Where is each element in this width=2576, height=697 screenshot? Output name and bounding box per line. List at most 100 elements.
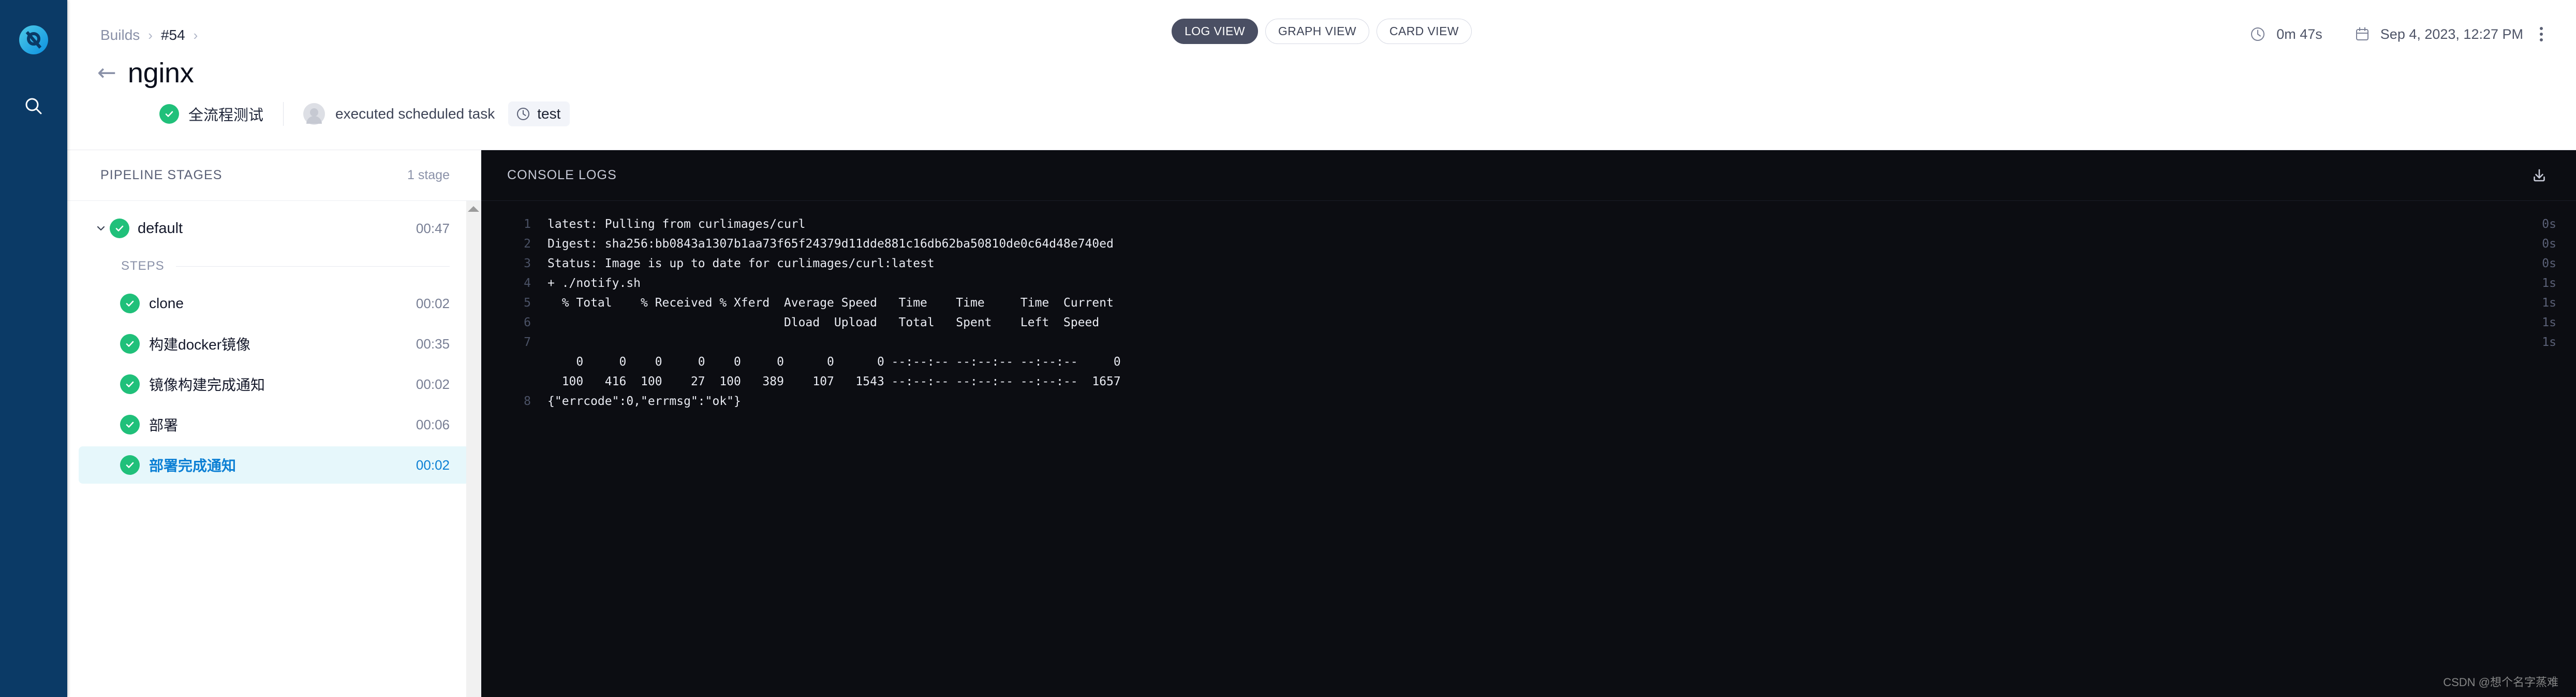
harness-logo-icon[interactable] [17, 23, 51, 57]
log-line-text: latest: Pulling from curlimages/curl [547, 217, 806, 231]
status-badge-label: test [537, 106, 561, 122]
pipeline-stages-title: PIPELINE STAGES [100, 168, 223, 182]
chevron-down-icon[interactable] [92, 222, 110, 235]
step-row-build-docker-image[interactable]: 构建docker镜像 00:35 [79, 325, 469, 362]
step-name: clone [149, 295, 184, 311]
log-line-text: % Total % Received % Xferd Average Speed… [547, 296, 1114, 310]
tab-card-view[interactable]: CARD VIEW [1376, 19, 1472, 44]
pipeline-name: 全流程测试 [188, 107, 264, 124]
header-right-meta: 0m 47s Sep 4, 2023, 12:27 PM [2249, 22, 2549, 47]
build-detail-page: Builds › #54 › ← nginx 全流程测试 executed sc… [0, 0, 2576, 697]
log-line: 5 % Total % Received % Xferd Average Spe… [481, 293, 2576, 313]
breadcrumb-build-number[interactable]: #54 [161, 27, 185, 43]
pipeline-stage-count: 1 stage [407, 168, 450, 182]
search-icon-svg [25, 98, 42, 114]
step-name: 部署 [149, 417, 179, 433]
log-line-text: + ./notify.sh [547, 277, 641, 290]
check-circle-icon [120, 334, 140, 354]
console-log-lines[interactable]: 1 latest: Pulling from curlimages/curl 0… [481, 201, 2576, 697]
chevron-down-glyph [97, 226, 105, 231]
check-circle-icon [159, 104, 179, 124]
breadcrumb: Builds › #54 › [100, 27, 198, 43]
title-row: ← nginx [97, 57, 194, 89]
stages-scrollbar[interactable] [466, 201, 481, 697]
log-line: 3 Status: Image is up to date for curlim… [481, 254, 2576, 273]
log-line-timestamp: 1s [2542, 296, 2556, 310]
avatar-icon [303, 103, 325, 125]
download-glyph [2534, 169, 2545, 181]
log-line-number: 8 [524, 395, 531, 408]
breadcrumb-separator-icon-2: › [193, 27, 198, 43]
log-line-timestamp: 1s [2542, 336, 2556, 349]
check-circle-icon [120, 294, 140, 313]
check-circle-icon [120, 455, 140, 475]
tab-graph-view[interactable]: GRAPH VIEW [1265, 19, 1369, 44]
tab-log-view[interactable]: LOG VIEW [1172, 19, 1259, 44]
log-line-text: Status: Image is up to date for curlimag… [547, 257, 935, 270]
log-line-text: 100 416 100 27 100 389 107 1543 --:--:--… [547, 375, 1121, 388]
step-row-deploy[interactable]: 部署 00:06 [79, 406, 469, 443]
step-name: 镜像构建完成通知 [149, 377, 265, 393]
breadcrumb-separator-icon: › [148, 27, 153, 43]
avatar [303, 103, 325, 125]
step-row-clone[interactable]: clone 00:02 [79, 285, 469, 322]
step-row-image-build-notify[interactable]: 镜像构建完成通知 00:02 [79, 366, 469, 403]
step-duration: 00:02 [416, 376, 450, 392]
log-line-timestamp: 1s [2542, 316, 2556, 329]
log-line-number: 2 [524, 237, 531, 251]
stage-name: default [138, 220, 183, 237]
build-date: Sep 4, 2023, 12:27 PM [2380, 26, 2523, 42]
search-icon[interactable] [20, 92, 48, 120]
kebab-menu-icon[interactable] [2534, 22, 2549, 47]
console-logs-header: CONSOLE LOGS [481, 150, 2576, 201]
log-line-text: Dload Upload Total Spent Left Speed [547, 316, 1100, 329]
clock-icon [2251, 27, 2265, 41]
breadcrumb-builds-link[interactable]: Builds [100, 27, 140, 43]
step-duration: 00:35 [416, 336, 450, 352]
console-logs-title: CONSOLE LOGS [507, 168, 617, 182]
log-line-number: 1 [524, 217, 531, 231]
log-line: 2 Digest: sha256:bb0843a1307b1aa73f65f24… [481, 234, 2576, 254]
main-split: PIPELINE STAGES 1 stage default 00:47 ST… [67, 150, 2576, 697]
page-body: Builds › #54 › ← nginx 全流程测试 executed sc… [67, 0, 2576, 697]
check-circle-icon [120, 374, 140, 394]
pipeline-stages-header: PIPELINE STAGES 1 stage [67, 150, 481, 201]
page-title: nginx [127, 57, 194, 89]
step-name: 构建docker镜像 [149, 337, 251, 353]
log-line-text: 0 0 0 0 0 0 0 0 --:--:-- --:--:-- --:--:… [547, 355, 1121, 369]
log-line-text: Digest: sha256:bb0843a1307b1aa73f65f2437… [547, 237, 1114, 251]
console-logs-panel: CONSOLE LOGS 1 latest: Pulling from curl… [481, 150, 2576, 697]
steps-label: STEPS [121, 259, 165, 273]
log-line: 4 + ./notify.sh 1s [481, 273, 2576, 293]
log-line-timestamp: 0s [2542, 217, 2556, 231]
log-line-number: 5 [524, 296, 531, 310]
log-line: 100 416 100 27 100 389 107 1543 --:--:--… [481, 372, 2576, 391]
log-line-number: 3 [524, 257, 531, 270]
log-line-timestamp: 1s [2542, 277, 2556, 290]
stage-row-default[interactable]: default 00:47 [67, 209, 481, 248]
stage-duration: 00:47 [416, 220, 450, 236]
build-meta-row: 全流程测试 executed scheduled task test [159, 101, 570, 126]
log-line-number: 4 [524, 277, 531, 290]
log-line: 8 {"errcode":0,"errmsg":"ok"} [481, 391, 2576, 411]
back-arrow-icon[interactable]: ← [97, 62, 116, 84]
status-badge[interactable]: test [508, 101, 570, 126]
log-line: 7 1s [481, 332, 2576, 352]
log-line-timestamp: 0s [2542, 237, 2556, 251]
watermark: CSDN @想个名字蒸难 [2443, 676, 2558, 689]
step-duration: 00:02 [416, 295, 450, 311]
check-glyph [165, 111, 173, 117]
actor-label: executed scheduled task [335, 106, 495, 122]
step-name: 部署完成通知 [149, 458, 236, 474]
harness-logo-svg [19, 25, 48, 54]
step-row-deploy-notify[interactable]: 部署完成通知 00:02 [79, 446, 469, 484]
page-header: Builds › #54 › ← nginx 全流程测试 executed sc… [67, 0, 2576, 150]
pipeline-stages-panel: PIPELINE STAGES 1 stage default 00:47 ST… [67, 150, 481, 697]
download-icon[interactable] [2529, 166, 2549, 185]
log-line-text: {"errcode":0,"errmsg":"ok"} [547, 395, 741, 408]
clock-icon [517, 108, 530, 120]
scroll-up-arrow-icon[interactable] [468, 206, 479, 212]
log-line: 1 latest: Pulling from curlimages/curl 0… [481, 214, 2576, 234]
steps-divider [175, 266, 450, 267]
step-duration: 00:06 [416, 416, 450, 432]
